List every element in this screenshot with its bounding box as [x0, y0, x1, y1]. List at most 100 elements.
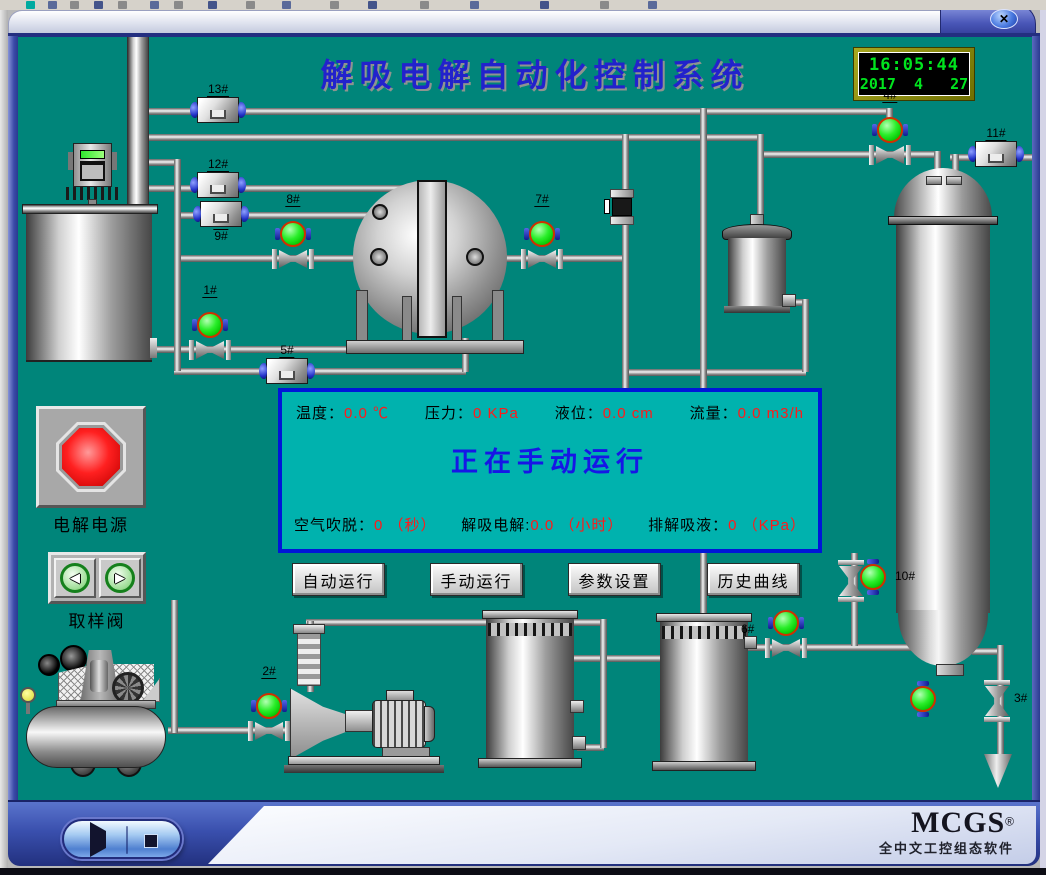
valve-slot: [279, 371, 295, 380]
clock-date: 2017 4 27: [860, 75, 968, 93]
valve-3-indicator[interactable]: [910, 686, 936, 712]
valve-5[interactable]: 5#: [266, 358, 308, 384]
temperature-value: 0.0 ℃: [344, 405, 389, 422]
clock-time: 16:05:44: [869, 56, 959, 75]
auto-run-button[interactable]: 自动运行: [292, 563, 385, 596]
toolbar-icon-fragment: [94, 1, 103, 9]
valve-6[interactable]: 6#: [764, 597, 808, 659]
valve-slot: [988, 154, 1004, 163]
vent-stack: [127, 36, 149, 208]
column-nozzle-collar: [926, 176, 942, 185]
close-icon: ✕: [999, 12, 1009, 26]
pump-riser-flanges: [297, 628, 321, 686]
pressure-value: 0 KPa: [473, 405, 519, 422]
valve-indicator[interactable]: [529, 221, 555, 247]
window-left-border: [8, 36, 18, 800]
sphere-leg: [452, 296, 462, 342]
param-settings-button[interactable]: 参数设置: [568, 563, 661, 596]
window-top-border: [8, 33, 1040, 37]
valve-label: 7#: [534, 193, 549, 207]
valve-10-indicator[interactable]: [860, 564, 886, 590]
timer-row: 空气吹脱：0 （秒） 解吸电解:0.0 （小时） 排解吸液：0 （KPa）: [282, 514, 818, 535]
measurement-row: 温度：0.0 ℃ 压力：0 KPa 液位：0.0 cm 流量：0.0 m3/h: [282, 402, 818, 423]
filter-base: [724, 306, 790, 313]
valve-slot: [210, 185, 226, 194]
valve-body: [869, 145, 911, 165]
tank1-rim: [482, 610, 578, 619]
toolbar-icon-fragment: [174, 1, 183, 9]
pipe-vertical: [174, 159, 181, 371]
pipe-vertical: [802, 299, 809, 372]
valve-indicator[interactable]: [877, 117, 903, 143]
valve-label: 1#: [202, 284, 217, 298]
mcgs-runtime-screen: ✕ 解吸电解自动化控制系统 16:05:44 2017 4 27: [0, 0, 1046, 875]
valve-label: 10#: [894, 570, 916, 583]
tank-agitator-motor: [73, 143, 112, 187]
filter-outlet-nozzle: [782, 294, 796, 307]
valve-13[interactable]: 13#: [197, 97, 239, 123]
valve-7[interactable]: 7#: [520, 208, 564, 270]
toolbar-icon-fragment: [118, 1, 127, 9]
toolbar-icon-fragment: [330, 1, 339, 9]
valve-body: [272, 249, 314, 269]
valve-8[interactable]: 8#: [271, 208, 315, 270]
electrolysis-value: 0.0: [530, 517, 554, 534]
valve-label: 6#: [740, 623, 755, 636]
pipe-vertical: [700, 108, 707, 390]
flowmeter-body: [612, 198, 632, 216]
drain-lever-knob[interactable]: [20, 687, 36, 703]
sphere-leg: [492, 290, 504, 342]
valve-3-body[interactable]: [984, 680, 1010, 722]
sphere-column-insert: [417, 180, 447, 338]
stop-button[interactable]: [144, 834, 158, 848]
sample-right-arrow-icon: ▶: [115, 570, 125, 586]
column-body: [896, 225, 990, 613]
toolbar-icon-fragment: [600, 1, 609, 9]
pipe-horizontal: [174, 368, 466, 375]
valve-4[interactable]: 4#: [868, 104, 912, 166]
valve-label: 2#: [261, 665, 276, 679]
valve-body: [521, 249, 563, 269]
valve-2[interactable]: 2#: [247, 680, 291, 742]
brand-swoosh: MCGS® 全中文工控组态软件: [208, 806, 1036, 864]
power-button[interactable]: [62, 428, 120, 486]
tank1-bottom-nozzle: [572, 736, 586, 750]
valve-1[interactable]: 1#: [188, 299, 232, 361]
play-button[interactable]: [90, 831, 112, 851]
level-value: 0.0 cm: [603, 405, 654, 422]
sphere-nozzle: [372, 204, 388, 220]
tank2-nozzle: [744, 636, 757, 649]
sample-right-button[interactable]: ▶: [99, 558, 141, 598]
close-button[interactable]: ✕: [990, 9, 1018, 29]
valve-label: 11#: [985, 127, 1006, 141]
tank2-vent-slots: [662, 626, 746, 639]
screen-edge-left: [0, 10, 8, 875]
valve-label: 3#: [1013, 692, 1028, 705]
valve-indicator[interactable]: [256, 693, 282, 719]
valve-11[interactable]: 11#: [975, 141, 1017, 167]
agitator-panel: [80, 161, 105, 181]
tank1-base: [478, 758, 582, 768]
runtime-controls: [62, 819, 182, 859]
sample-left-button[interactable]: ◀: [54, 558, 96, 598]
valve-indicator[interactable]: [280, 221, 306, 247]
tank2-rim: [656, 613, 752, 622]
manual-run-button[interactable]: 手动运行: [430, 563, 523, 596]
valve-label: 12#: [207, 158, 229, 172]
pipe-vertical: [622, 134, 629, 390]
sphere-base: [346, 340, 524, 354]
valve-9[interactable]: 9#: [200, 201, 242, 227]
valve-label: 8#: [285, 193, 300, 207]
valve-indicator[interactable]: [197, 312, 223, 338]
air-strip-field: 空气吹脱：0 （秒）: [294, 514, 437, 535]
mixing-tank-outlet-flange: [150, 338, 157, 358]
toolbar-icon-fragment: [470, 1, 479, 9]
toolbar-icon-fragment: [26, 1, 35, 9]
valve-body: [248, 721, 290, 741]
history-curve-button[interactable]: 历史曲线: [707, 563, 800, 596]
screen-edge-bottom: [0, 868, 1046, 875]
compressor-cylinder: [90, 660, 108, 692]
valve-12[interactable]: 12#: [197, 172, 239, 198]
valve-label: 5#: [279, 344, 294, 358]
valve-indicator[interactable]: [773, 610, 799, 636]
